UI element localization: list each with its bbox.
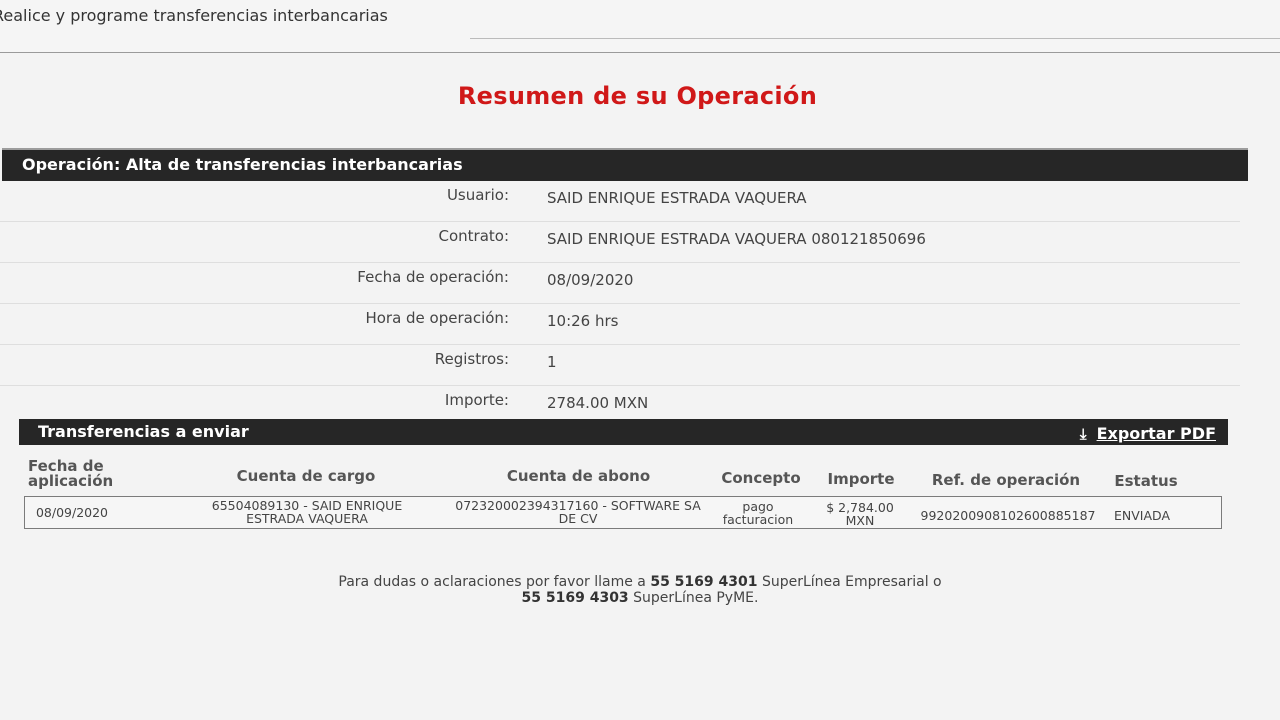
page-header-title: Realice y programe transferencias interb… (0, 6, 388, 25)
col-header-concepto: Concepto (721, 469, 801, 487)
cell-estatus: ENVIADA (1114, 508, 1170, 523)
detail-label: Usuario: (446, 186, 509, 204)
detail-row-hora: Hora de operación: 10:26 hrs (0, 304, 1240, 345)
cell-cargo: 65504089130 - SAID ENRIQUE ESTRADA VAQUE… (211, 498, 403, 526)
col-header-estatus: Estatus (1114, 472, 1178, 490)
cell-ref: 9920200908102600885187 (920, 508, 1096, 523)
footer-text-3: SuperLínea PyME. (633, 590, 759, 606)
export-pdf-link[interactable]: ⤓ Exportar PDF (1080, 424, 1216, 443)
help-footer: Para dudas o aclaraciones por favor llam… (290, 574, 990, 606)
detail-row-usuario: Usuario: SAID ENRIQUE ESTRADA VAQUERA (0, 181, 1240, 222)
detail-row-registros: Registros: 1 (0, 345, 1240, 386)
detail-label: Hora de operación: (365, 309, 509, 327)
operation-details: Usuario: SAID ENRIQUE ESTRADA VAQUERA Co… (0, 181, 1240, 426)
footer-phone-2: 55 5169 4303 (521, 590, 629, 606)
summary-title: Resumen de su Operación (457, 82, 818, 110)
table-row: 08/09/2020 65504089130 - SAID ENRIQUE ES… (24, 496, 1222, 529)
detail-value: 10:26 hrs (547, 312, 619, 330)
detail-label: Contrato: (438, 227, 509, 245)
col-header-abono: Cuenta de abono (506, 467, 651, 485)
cell-importe: $ 2,784.00 MXN (826, 500, 894, 528)
cell-abono: 072320002394317160 - SOFTWARE SA DE CV (455, 498, 701, 526)
detail-row-contrato: Contrato: SAID ENRIQUE ESTRADA VAQUERA 0… (0, 222, 1240, 263)
cell-concepto: pago facturacion (722, 499, 794, 527)
detail-value: 08/09/2020 (547, 271, 634, 289)
detail-value: 1 (547, 353, 557, 371)
footer-text-2: SuperLínea Empresarial o (761, 574, 942, 590)
operation-band: Operación: Alta de transferencias interb… (2, 148, 1248, 181)
detail-value: SAID ENRIQUE ESTRADA VAQUERA 08012185069… (547, 230, 926, 248)
col-header-fecha: Fecha de aplicación (28, 457, 114, 490)
footer-text-1: Para dudas o aclaraciones por favor llam… (338, 574, 646, 590)
detail-label: Importe: (444, 391, 509, 409)
footer-phone-1: 55 5169 4301 (650, 574, 758, 590)
detail-row-fecha: Fecha de operación: 08/09/2020 (0, 263, 1240, 304)
page: Realice y programe transferencias interb… (0, 0, 1280, 720)
transfers-band: Transferencias a enviar ⤓ Exportar PDF (19, 419, 1228, 445)
transfers-band-label: Transferencias a enviar (38, 422, 249, 441)
detail-value: 2784.00 MXN (547, 394, 649, 412)
detail-label: Fecha de operación: (357, 268, 509, 286)
download-icon: ⤓ (1079, 425, 1087, 443)
header-bar: Realice y programe transferencias interb… (0, 0, 1280, 53)
detail-label: Registros: (434, 350, 509, 368)
operation-band-label: Operación: Alta de transferencias interb… (22, 155, 463, 174)
detail-value: SAID ENRIQUE ESTRADA VAQUERA (547, 189, 807, 207)
header-divider (470, 38, 1280, 39)
col-header-ref: Ref. de operación (931, 471, 1081, 489)
cell-fecha: 08/09/2020 (35, 505, 109, 520)
export-pdf-label: Exportar PDF (1096, 424, 1216, 443)
col-header-importe: Importe (827, 470, 895, 488)
col-header-cargo: Cuenta de cargo (236, 467, 376, 485)
transfers-table-header: Fecha de aplicación Cuenta de cargo Cuen… (26, 455, 1226, 495)
